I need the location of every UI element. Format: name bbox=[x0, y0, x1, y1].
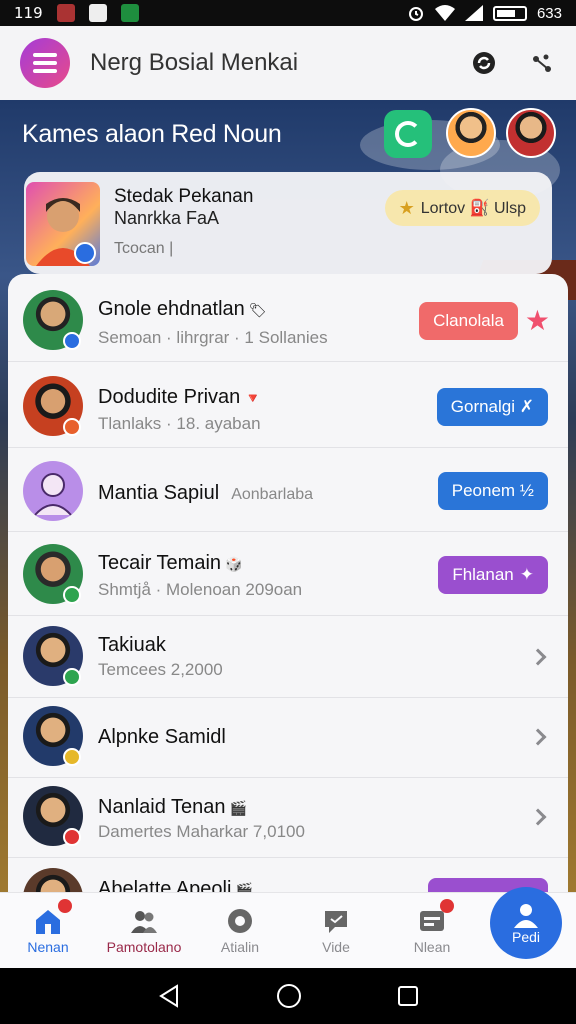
contact-name: Gnole ehdnatlan 🏷 bbox=[98, 298, 267, 320]
feature-pill-button[interactable]: ★ Lortov ⛽ Ulsp bbox=[384, 190, 540, 226]
list-item[interactable]: Abelatte Apeoli 🎬 bbox=[8, 858, 568, 894]
chat-ring-icon bbox=[395, 121, 421, 147]
contact-list: Gnole ehdnatlan 🏷 Semoan · lihrgrar · 1 S… bbox=[8, 274, 568, 894]
signal-icon bbox=[464, 5, 483, 21]
chevron-right-icon[interactable] bbox=[529, 808, 547, 826]
avatar-illustration bbox=[23, 461, 83, 521]
status-badge-icon bbox=[63, 418, 81, 436]
contact-meta: Shmtjå · Molenoan 209oan bbox=[98, 580, 303, 599]
status-badge-icon bbox=[63, 748, 81, 766]
notification-badge bbox=[440, 899, 454, 913]
online-badge-icon bbox=[63, 668, 81, 686]
avatar bbox=[23, 868, 83, 894]
contact-action-button[interactable]: Clanolala bbox=[419, 302, 518, 340]
app-bar: Nerg Bosial Menkai bbox=[0, 26, 576, 100]
battery-level: 633 bbox=[536, 4, 562, 22]
nav-label: Vide bbox=[322, 938, 350, 955]
hero-avatar-1[interactable] bbox=[446, 108, 496, 158]
system-navigation bbox=[0, 968, 576, 1024]
list-item[interactable]: Tecair Temain 🎲 Shmtjå · Molenoan 209oan … bbox=[8, 534, 568, 616]
contact-name: Tecair Temain 🎲 bbox=[98, 552, 243, 574]
share-button[interactable] bbox=[528, 49, 556, 77]
list-item[interactable]: Dodudite Privan 🔻 Tlanlaks · 18. ayaban G… bbox=[8, 366, 568, 448]
nav-label: Pamotolano bbox=[106, 938, 182, 955]
alarm-icon bbox=[408, 7, 423, 21]
map-notification-icon bbox=[88, 4, 107, 22]
explore-icon bbox=[228, 908, 252, 933]
hero-avatar-2[interactable] bbox=[506, 108, 556, 158]
contact-meta: Tlanlaks · 18. ayaban bbox=[98, 414, 261, 433]
nav-inbox[interactable]: Nlean bbox=[384, 893, 480, 968]
app-logo[interactable] bbox=[20, 38, 70, 88]
home-icon bbox=[36, 909, 60, 934]
chat-icon bbox=[325, 910, 347, 933]
sparkle-icon: ✦ bbox=[519, 565, 534, 584]
star-icon: ★ bbox=[398, 197, 415, 218]
contact-meta: Semoan · lihrgrar · 1 Sollanies bbox=[98, 328, 328, 347]
chevron-right-icon[interactable] bbox=[529, 728, 547, 746]
feature-pill-label: Lortov ⛽ Ulsp bbox=[420, 200, 526, 217]
list-item[interactable]: Mantia Sapiul Aonbarlaba Peonem ½ bbox=[8, 450, 568, 532]
wifi-icon bbox=[434, 5, 455, 21]
verified-badge-icon bbox=[63, 332, 81, 350]
sync-button[interactable] bbox=[470, 49, 498, 77]
list-item[interactable]: Takiuak Temcees 2,2000 bbox=[8, 616, 568, 698]
hero-title: Kames alaon Red Noun bbox=[22, 120, 282, 148]
feature-card[interactable]: Stedak Pekanan Nanrkka FaA Tcocan | ★ Lo… bbox=[24, 172, 552, 274]
bottom-nav: Nenan Pamotolano Atialin Vide Nlean Pedi bbox=[0, 887, 576, 968]
feature-subtitle: Nanrkka FaA bbox=[114, 208, 220, 228]
nav-label: Nlean bbox=[413, 938, 451, 955]
recents-icon[interactable] bbox=[397, 985, 419, 1007]
feature-badge-icon bbox=[74, 242, 96, 264]
contact-name: Dodudite Privan 🔻 bbox=[98, 386, 262, 408]
contact-action-button[interactable]: Peonem ½ bbox=[437, 472, 548, 510]
nav-label: Nenan bbox=[27, 938, 69, 955]
list-item[interactable]: Nanlaid Tenan 🎬 Damertes Maharkar 7,0100 bbox=[8, 776, 568, 858]
list-item[interactable]: Alpnke Samidl bbox=[8, 696, 568, 778]
list-item[interactable]: Gnole ehdnatlan 🏷 Semoan · lihrgrar · 1 S… bbox=[8, 280, 568, 362]
app-notification-icon bbox=[56, 4, 75, 22]
battery-icon bbox=[492, 5, 527, 21]
contact-action-button[interactable]: Gornalgi ✗ bbox=[436, 388, 548, 426]
nav-people[interactable]: Pamotolano bbox=[96, 893, 192, 968]
home-circle-icon[interactable] bbox=[276, 983, 302, 1009]
notification-badge bbox=[58, 899, 72, 913]
nav-label: Atialin bbox=[220, 938, 260, 955]
contact-name: Takiuak bbox=[98, 634, 166, 656]
feature-name: Stedak Pekanan bbox=[114, 186, 254, 207]
contact-meta: Damertes Maharkar 7,0100 bbox=[98, 822, 305, 841]
contact-name: Mantia Sapiul Aonbarlaba bbox=[98, 482, 314, 504]
status-badge-icon bbox=[63, 828, 81, 846]
nav-home[interactable]: Nenan bbox=[0, 893, 96, 968]
nav-chat[interactable]: Vide bbox=[288, 893, 384, 968]
profile-icon bbox=[514, 904, 538, 928]
sync-icon bbox=[473, 52, 495, 74]
favorite-star-icon[interactable]: ★ bbox=[525, 304, 550, 337]
status-time: 119 bbox=[14, 4, 43, 22]
feature-thumbnail bbox=[26, 182, 100, 266]
chat-app-button[interactable] bbox=[384, 110, 432, 158]
contact-action-button[interactable]: Fhlanan ✦ bbox=[438, 556, 548, 594]
nav-explore[interactable]: Atialin bbox=[192, 893, 288, 968]
online-badge-icon bbox=[63, 586, 81, 604]
back-icon[interactable] bbox=[157, 984, 181, 1008]
contact-meta: Temcees 2,2000 bbox=[98, 660, 223, 679]
nav-label: Pedi bbox=[511, 929, 541, 945]
people-icon bbox=[131, 910, 157, 933]
feature-tag: Tcocan | bbox=[114, 240, 174, 257]
app-title: Nerg Bosial Menkai bbox=[90, 49, 299, 76]
chevron-right-icon[interactable] bbox=[529, 648, 547, 666]
share-icon bbox=[533, 54, 551, 72]
sheets-notification-icon bbox=[120, 4, 139, 22]
menu-lines-icon bbox=[33, 53, 57, 73]
status-bar: 119 633 bbox=[0, 0, 576, 26]
contact-name: Nanlaid Tenan 🎬 bbox=[98, 796, 247, 818]
nav-profile-button[interactable]: Pedi bbox=[490, 887, 562, 959]
contact-name: Alpnke Samidl bbox=[98, 726, 226, 748]
